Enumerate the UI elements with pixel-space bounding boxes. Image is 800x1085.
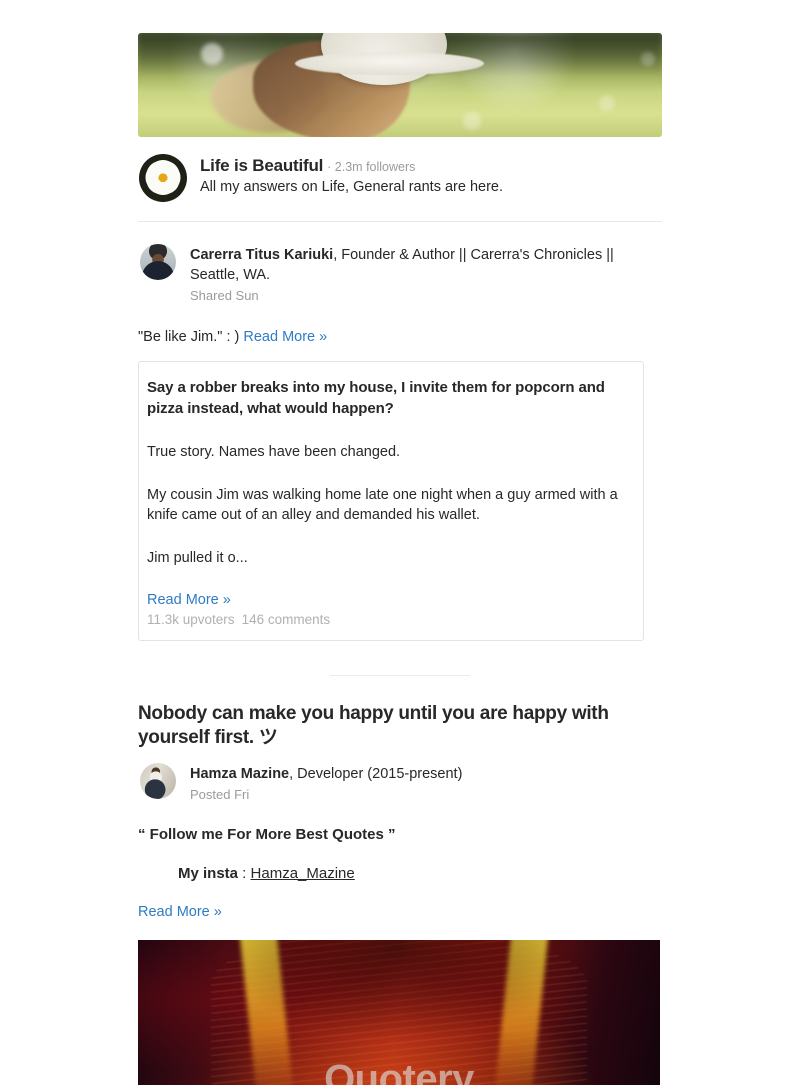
lava-texture-quote-image[interactable]: Quotery xyxy=(138,940,660,1085)
post2-author-line: Hamza Mazine, Developer (2015-present) xyxy=(190,764,462,784)
post2-read-more-row: Read More » xyxy=(138,904,662,920)
quoted-upvoters[interactable]: 11.3k upvoters xyxy=(147,612,235,627)
space-follower-count: · 2.3m followers xyxy=(327,160,416,174)
space-banner-image[interactable] xyxy=(138,33,662,137)
post2-title[interactable]: Nobody can make you happy until you are … xyxy=(138,702,662,750)
feed-page: Life is Beautiful · 2.3m followers All m… xyxy=(0,0,800,1085)
space-description: All my answers on Life, General rants ar… xyxy=(200,179,504,195)
post-quote: Nobody can make you happy until you are … xyxy=(138,676,662,1085)
quoted-read-more-row: Read More » xyxy=(147,592,635,608)
post2-byline: Hamza Mazine, Developer (2015-present) P… xyxy=(138,750,662,802)
post2-insta-line: My insta : Hamza_Mazine xyxy=(138,865,662,882)
insta-separator: : xyxy=(238,865,251,882)
post-shared-answer: Carerra Titus Kariuki, Founder & Author … xyxy=(138,222,662,641)
quoted-answer-card[interactable]: Say a robber breaks into my house, I inv… xyxy=(138,361,644,641)
quotery-watermark: Quotery xyxy=(138,1059,660,1085)
post2-byline-text: Hamza Mazine, Developer (2015-present) P… xyxy=(190,763,462,802)
man-in-suit-avatar[interactable] xyxy=(140,244,176,280)
post2-author-name[interactable]: Hamza Mazine xyxy=(190,766,289,782)
quoted-question-title[interactable]: Say a robber breaks into my house, I inv… xyxy=(147,377,635,419)
man-white-shirt-avatar[interactable] xyxy=(140,763,176,799)
space-meta: Life is Beautiful · 2.3m followers All m… xyxy=(200,154,503,195)
quoted-paragraph: My cousin Jim was walking home late one … xyxy=(147,487,618,523)
post2-quote-line: “ Follow me For More Best Quotes ” xyxy=(138,826,396,843)
feed-column: Life is Beautiful · 2.3m followers All m… xyxy=(138,0,662,1085)
post1-author-line: Carerra Titus Kariuki, Founder & Author … xyxy=(190,245,662,285)
post1-byline: Carerra Titus Kariuki, Founder & Author … xyxy=(138,222,662,303)
space-header: Life is Beautiful · 2.3m followers All m… xyxy=(138,137,662,202)
post1-read-more-link[interactable]: Read More » xyxy=(243,329,327,345)
post1-comment-text: "Be like Jim." : ) xyxy=(138,329,240,345)
quoted-stats: 11.3k upvoters 146 comments xyxy=(147,612,635,627)
insta-handle-link[interactable]: Hamza_Mazine xyxy=(251,865,355,882)
post1-author-name[interactable]: Carerra Titus Kariuki xyxy=(190,247,333,263)
quoted-paragraph: Jim pulled it o... xyxy=(147,550,248,566)
banner-hat-brim xyxy=(295,51,484,75)
banner-bokeh-2 xyxy=(599,95,616,112)
space-name[interactable]: Life is Beautiful xyxy=(200,156,323,176)
insta-label: My insta xyxy=(178,865,239,882)
post1-timestamp: Shared Sun xyxy=(190,288,259,303)
white-flower-avatar[interactable] xyxy=(139,154,187,202)
banner-bokeh-4 xyxy=(641,51,656,66)
banner-bokeh-3 xyxy=(462,112,481,131)
quotery-watermark-text: Quotery xyxy=(324,1057,474,1085)
quoted-paragraph: True story. Names have been changed. xyxy=(147,444,401,460)
post2-author-credential: , Developer (2015-present) xyxy=(289,766,463,782)
post1-byline-text: Carerra Titus Kariuki, Founder & Author … xyxy=(190,244,662,303)
post2-read-more-link[interactable]: Read More » xyxy=(138,904,222,920)
post1-comment: "Be like Jim." : ) Read More » xyxy=(138,327,662,347)
quoted-comments[interactable]: 146 comments xyxy=(242,612,331,627)
post2-timestamp: Posted Fri xyxy=(190,787,250,802)
quoted-read-more-link[interactable]: Read More » xyxy=(147,592,231,608)
space-title-row: Life is Beautiful · 2.3m followers xyxy=(200,156,503,176)
